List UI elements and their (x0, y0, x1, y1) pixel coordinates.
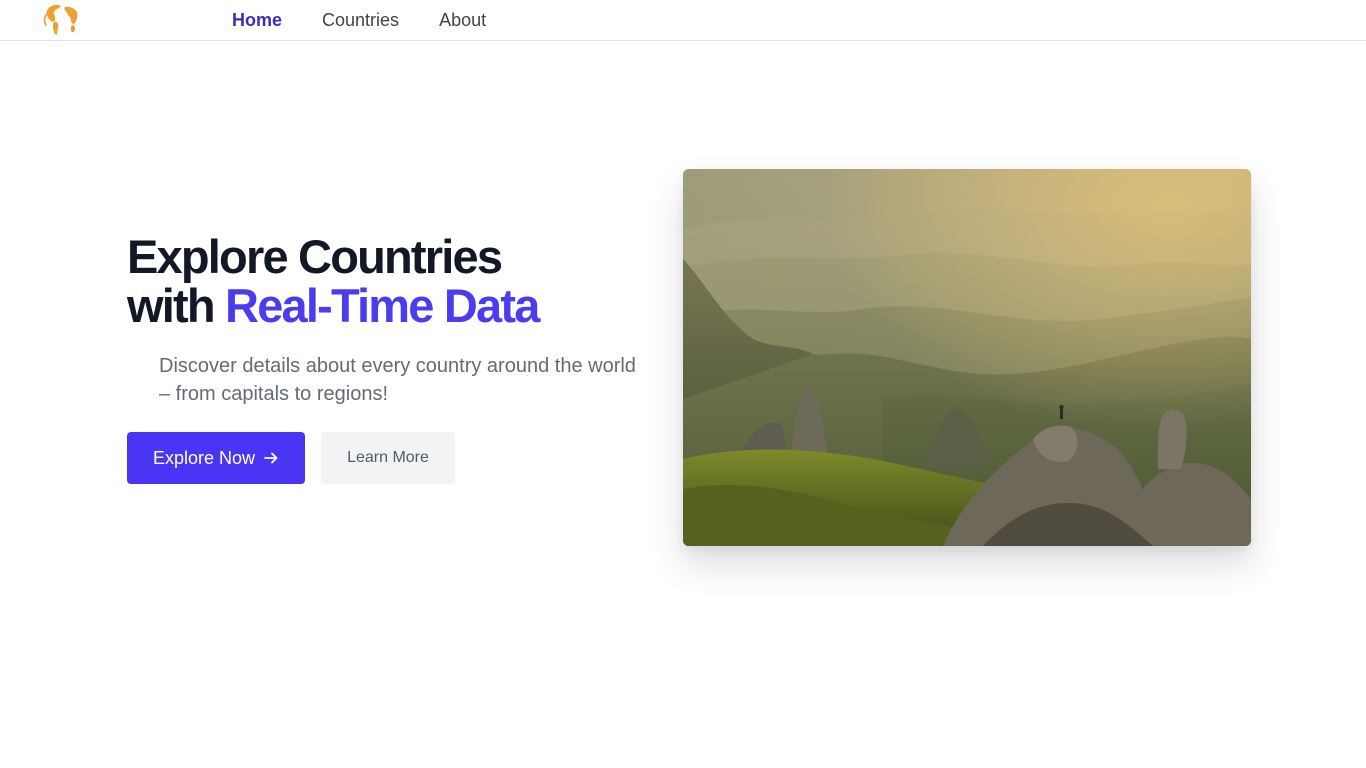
hero-landscape-image (683, 169, 1251, 546)
main-nav: Home Countries About (232, 0, 526, 40)
hero-title-line1: Explore Countries (127, 230, 503, 283)
nav-link-countries[interactable]: Countries (322, 10, 399, 31)
explore-now-label: Explore Now (152, 447, 256, 468)
arrow-right-icon (263, 450, 279, 466)
globe-icon[interactable] (42, 3, 80, 36)
hero-title-accent: Real-Time Data (225, 279, 540, 332)
hero-title-line2-prefix: with (127, 279, 226, 332)
nav-link-about[interactable]: About (439, 10, 486, 31)
explore-now-button[interactable]: Explore Now (127, 432, 305, 484)
top-navbar: Home Countries About (0, 0, 1366, 41)
nav-link-home[interactable]: Home (232, 10, 282, 31)
learn-more-button[interactable]: Learn More (321, 432, 455, 484)
hero-title: Explore Countries with Real-Time Data (127, 232, 647, 330)
hero-description: Discover details about every country aro… (159, 355, 636, 405)
learn-more-label: Learn More (347, 449, 429, 466)
